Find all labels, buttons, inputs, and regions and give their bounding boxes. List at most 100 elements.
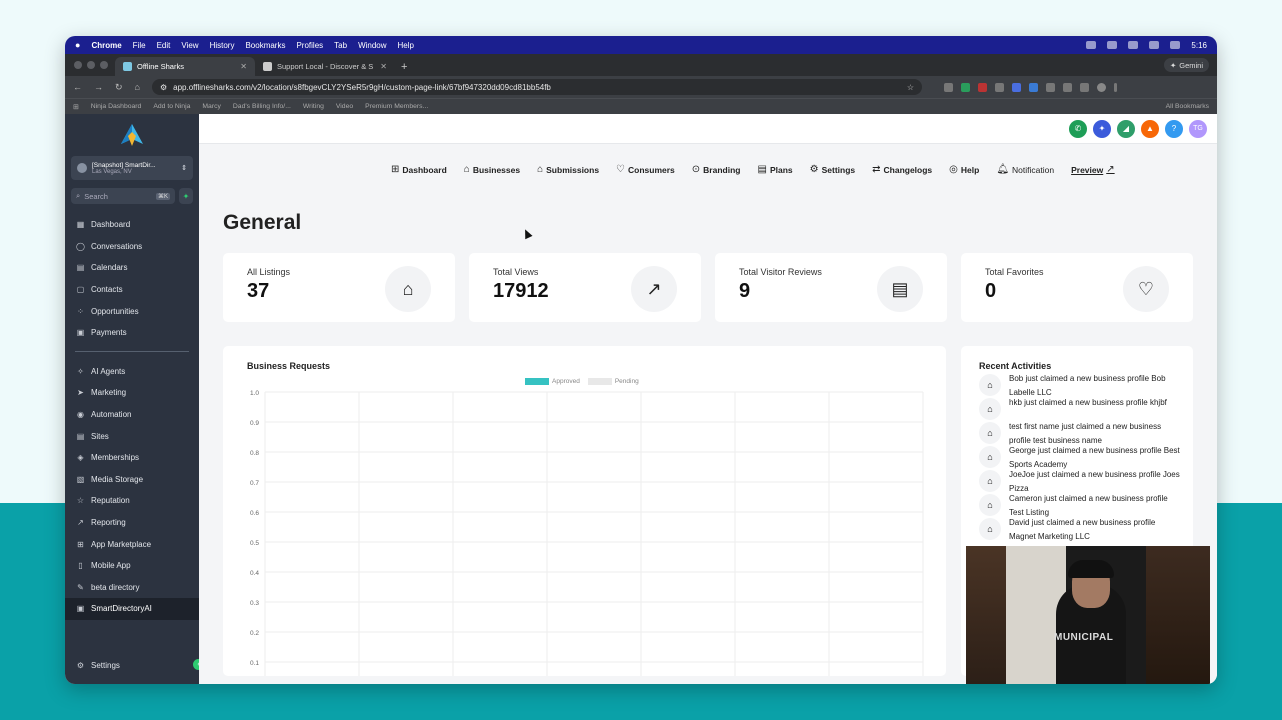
home-icon[interactable]: ⌂ bbox=[135, 82, 140, 92]
bookmark-star-icon[interactable]: ☆ bbox=[907, 83, 914, 92]
apple-icon[interactable]: ● bbox=[75, 40, 80, 50]
bookmark-item[interactable]: Video bbox=[336, 103, 353, 110]
wifi-icon[interactable] bbox=[1149, 41, 1160, 49]
extension-icon[interactable] bbox=[977, 82, 987, 92]
bookmark-item[interactable]: Premium Members... bbox=[365, 103, 428, 110]
close-tab-icon[interactable]: ✕ bbox=[240, 62, 247, 71]
close-window-button[interactable] bbox=[74, 61, 82, 69]
minimize-window-button[interactable] bbox=[87, 61, 95, 69]
nav-submissions[interactable]: ⌂ Submissions bbox=[537, 164, 599, 175]
sidebar-item-contacts[interactable]: ▢ Contacts bbox=[65, 279, 199, 301]
user-avatar[interactable]: TG bbox=[1189, 119, 1207, 138]
sidebar-item-dashboard[interactable]: ▦ Dashboard bbox=[65, 214, 199, 236]
menu-file[interactable]: File bbox=[133, 41, 146, 50]
sidebar-item-mobile-app[interactable]: ▯ Mobile App bbox=[65, 555, 199, 577]
download-icon[interactable] bbox=[1079, 82, 1089, 92]
sidebar-item-app-marketplace[interactable]: ⊞ App Marketplace bbox=[65, 533, 199, 555]
zoom-window-button[interactable] bbox=[100, 61, 108, 69]
nav-changelogs[interactable]: ⇄ Changelogs bbox=[872, 164, 932, 175]
bookmark-item[interactable]: Dad's Billing Info/... bbox=[233, 103, 291, 110]
new-tab-button[interactable]: + bbox=[395, 57, 413, 76]
reload-icon[interactable]: ↻ bbox=[115, 82, 123, 93]
extension-icon[interactable] bbox=[1028, 82, 1038, 92]
sidebar-item-media-storage[interactable]: ▧ Media Storage bbox=[65, 469, 199, 491]
site-info-icon[interactable]: ⚙ bbox=[160, 83, 167, 92]
menu-profiles[interactable]: Profiles bbox=[296, 41, 323, 50]
sidebar-item-settings[interactable]: ⚙ Settings bbox=[65, 654, 199, 676]
tab-title: Support Local - Discover & S bbox=[277, 62, 374, 71]
sidebar-item-marketing[interactable]: ➤ Marketing bbox=[65, 382, 199, 404]
address-bar[interactable]: ⚙ app.offlinesharks.com/v2/location/s8fb… bbox=[151, 79, 922, 95]
menu-view[interactable]: View bbox=[181, 41, 198, 50]
status-icon[interactable] bbox=[1107, 41, 1118, 49]
gemini-button[interactable]: ✦ Gemini bbox=[1163, 58, 1209, 72]
menu-bookmarks[interactable]: Bookmarks bbox=[245, 41, 285, 50]
sidebar-item-sites[interactable]: ▤ Sites bbox=[65, 425, 199, 447]
close-tab-icon[interactable]: ✕ bbox=[380, 62, 387, 71]
profile-avatar[interactable] bbox=[1096, 82, 1106, 92]
nav-preview[interactable]: Preview ↗ bbox=[1071, 164, 1115, 175]
control-center-icon[interactable] bbox=[1170, 41, 1181, 49]
menu-app[interactable]: Chrome bbox=[91, 41, 121, 50]
status-icon[interactable] bbox=[1086, 41, 1097, 49]
sidebar-item-reporting[interactable]: ↗ Reporting bbox=[65, 512, 199, 534]
nav-consumers[interactable]: ♡ Consumers bbox=[616, 164, 675, 175]
nav-settings[interactable]: ⚙ Settings bbox=[810, 164, 856, 175]
location-switcher[interactable]: [Snapshot] SmartDir... Las Vegas, NV ⇕ bbox=[71, 156, 193, 180]
extension-icon[interactable] bbox=[960, 82, 970, 92]
forward-icon[interactable]: → bbox=[94, 82, 103, 92]
bookmark-item[interactable]: Marcy bbox=[202, 103, 221, 110]
menu-window[interactable]: Window bbox=[358, 41, 386, 50]
sidebar-item-reputation[interactable]: ☆ Reputation bbox=[65, 490, 199, 512]
bookmark-item[interactable]: Writing bbox=[303, 103, 324, 110]
top-nav: ⊞ Dashboard ⌂ Businesses ⌂ Submissions ♡ Con… bbox=[391, 164, 1115, 175]
sidebar-item-memberships[interactable]: ◈ Memberships bbox=[65, 447, 199, 469]
extension-icon[interactable] bbox=[943, 82, 953, 92]
nav-plans[interactable]: ▤ Plans bbox=[757, 164, 792, 175]
menubar-clock[interactable]: 5:16 bbox=[1191, 41, 1207, 50]
menu-tab[interactable]: Tab bbox=[334, 41, 347, 50]
sidebar-item-beta-directory[interactable]: ✎ beta directory bbox=[65, 577, 199, 599]
status-icon[interactable] bbox=[1128, 41, 1139, 49]
menu-help[interactable]: Help bbox=[398, 41, 414, 50]
sidebar-item-smartdirectoryai[interactable]: ▣ SmartDirectoryAI bbox=[65, 598, 199, 620]
extension-icon[interactable] bbox=[994, 82, 1004, 92]
sidebar-item-payments[interactable]: ▣ Payments bbox=[65, 322, 199, 344]
nav-dashboard[interactable]: ⊞ Dashboard bbox=[391, 164, 447, 175]
sidebar-item-ai-agents[interactable]: ✧ AI Agents bbox=[65, 361, 199, 383]
tab-offline-sharks[interactable]: Offline Sharks ✕ bbox=[115, 57, 255, 76]
quick-action-icon[interactable]: ✦ bbox=[179, 188, 193, 204]
sidebar-item-calendars[interactable]: ▤ Calendars bbox=[65, 257, 199, 279]
announcement-icon[interactable]: ◢ bbox=[1117, 119, 1135, 138]
megaphone-icon[interactable]: ✦ bbox=[1093, 119, 1111, 138]
location-name: [Snapshot] SmartDir... bbox=[92, 161, 156, 169]
nav-branding[interactable]: ⊙ Branding bbox=[692, 164, 741, 175]
sidepanel-icon[interactable] bbox=[1062, 82, 1072, 92]
bookmark-item[interactable]: Add to Ninja bbox=[153, 103, 190, 110]
menu-history[interactable]: History bbox=[210, 41, 235, 50]
heart-icon: ♡ bbox=[616, 164, 626, 175]
building-icon: ⌂ bbox=[979, 518, 1001, 540]
all-bookmarks[interactable]: All Bookmarks bbox=[1166, 103, 1209, 110]
menu-edit[interactable]: Edit bbox=[157, 41, 171, 50]
chart-plot: 1.0 0.9 0.8 0.7 0.6 0.5 0.4 0.3 0.2 0.1 bbox=[250, 390, 924, 676]
nav-help[interactable]: ◎ Help bbox=[949, 164, 979, 175]
nav-businesses[interactable]: ⌂ Businesses bbox=[464, 164, 520, 175]
bell-icon[interactable]: ▲ bbox=[1141, 119, 1159, 138]
app-logo[interactable] bbox=[65, 114, 199, 156]
sidebar-item-conversations[interactable]: ◯ Conversations bbox=[65, 236, 199, 258]
sidebar-item-opportunities[interactable]: ⁘ Opportunities bbox=[65, 300, 199, 322]
apps-icon[interactable]: ⊞ bbox=[73, 103, 79, 111]
phone-icon[interactable]: ✆ bbox=[1069, 119, 1087, 138]
extensions-puzzle-icon[interactable] bbox=[1045, 82, 1055, 92]
menu-dots-icon[interactable] bbox=[1113, 82, 1117, 92]
back-icon[interactable]: ← bbox=[73, 82, 82, 92]
tab-support-local[interactable]: Support Local - Discover & S ✕ bbox=[255, 57, 395, 76]
sidebar-item-automation[interactable]: ◉ Automation bbox=[65, 404, 199, 426]
extension-icon[interactable] bbox=[1011, 82, 1021, 92]
bookmark-item[interactable]: Ninja Dashboard bbox=[91, 103, 142, 110]
nav-notification[interactable]: 🔔︎ Notification bbox=[996, 164, 1054, 175]
help-icon[interactable]: ? bbox=[1165, 119, 1183, 138]
star-icon: ☆ bbox=[76, 496, 85, 506]
search-input[interactable]: ⌕ Search ⌘K bbox=[71, 188, 175, 204]
